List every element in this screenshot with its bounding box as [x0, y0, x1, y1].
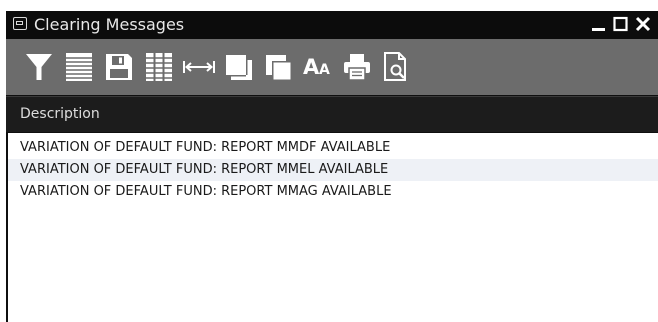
window-title: Clearing Messages [34, 15, 185, 34]
save-icon[interactable] [104, 51, 134, 83]
messages-list: VARIATION OF DEFAULT FUND: REPORT MMDF A… [8, 133, 658, 322]
column-header-description[interactable]: Description [20, 106, 100, 122]
close-icon[interactable] [634, 15, 652, 33]
maximize-icon[interactable] [612, 15, 630, 33]
print-preview-icon[interactable] [381, 51, 411, 83]
font-large-glyph: A [303, 55, 320, 79]
minimize-icon[interactable] [590, 15, 608, 33]
table-row[interactable]: VARIATION OF DEFAULT FUND: REPORT MMDF A… [8, 137, 658, 159]
table-row[interactable]: VARIATION OF DEFAULT FUND: REPORT MMEL A… [8, 159, 658, 181]
column-header[interactable]: Description [6, 96, 658, 132]
print-icon[interactable] [342, 51, 372, 83]
toolbar: A A [6, 39, 658, 95]
tile-icon[interactable] [264, 51, 294, 83]
fit-width-icon[interactable] [182, 51, 216, 83]
font-small-glyph: A [319, 62, 330, 78]
filter-icon[interactable] [24, 51, 54, 83]
clearing-messages-window: Clearing Messages A A Description VARIAT… [6, 11, 658, 322]
columns-icon[interactable] [144, 51, 174, 83]
title-bar[interactable]: Clearing Messages [6, 11, 658, 39]
window-app-icon [13, 17, 27, 30]
font-size-icon[interactable]: A A [303, 55, 337, 81]
rows-icon[interactable] [64, 51, 94, 83]
cascade-icon[interactable] [224, 51, 254, 83]
table-row[interactable]: VARIATION OF DEFAULT FUND: REPORT MMAG A… [8, 181, 658, 203]
